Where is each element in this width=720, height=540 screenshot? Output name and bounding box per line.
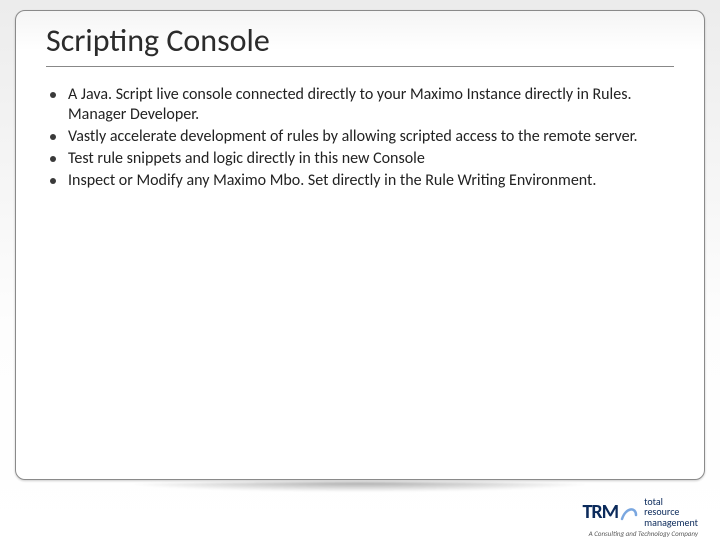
bullet-list: A Java. Script live console connected di… <box>46 85 674 191</box>
logo-line3: management <box>644 518 698 529</box>
logo-mark: TRM <box>582 500 638 524</box>
list-item: A Java. Script live console connected di… <box>50 85 674 125</box>
card-shadow <box>15 482 705 496</box>
logo-text: total resource management <box>644 497 698 529</box>
list-item: Vastly accelerate development of rules b… <box>50 127 674 147</box>
slide-card: Scripting Console A Java. Script live co… <box>15 10 705 480</box>
logo-initials: TRM <box>582 500 618 524</box>
list-item: Test rule snippets and logic directly in… <box>50 149 674 169</box>
footer-logo: TRM total resource management <box>582 497 698 529</box>
logo-swoosh-icon <box>620 503 638 521</box>
logo-tagline: A Consulting and Technology Company <box>589 529 698 538</box>
list-item: Inspect or Modify any Maximo Mbo. Set di… <box>50 171 674 191</box>
slide-title: Scripting Console <box>46 21 674 67</box>
